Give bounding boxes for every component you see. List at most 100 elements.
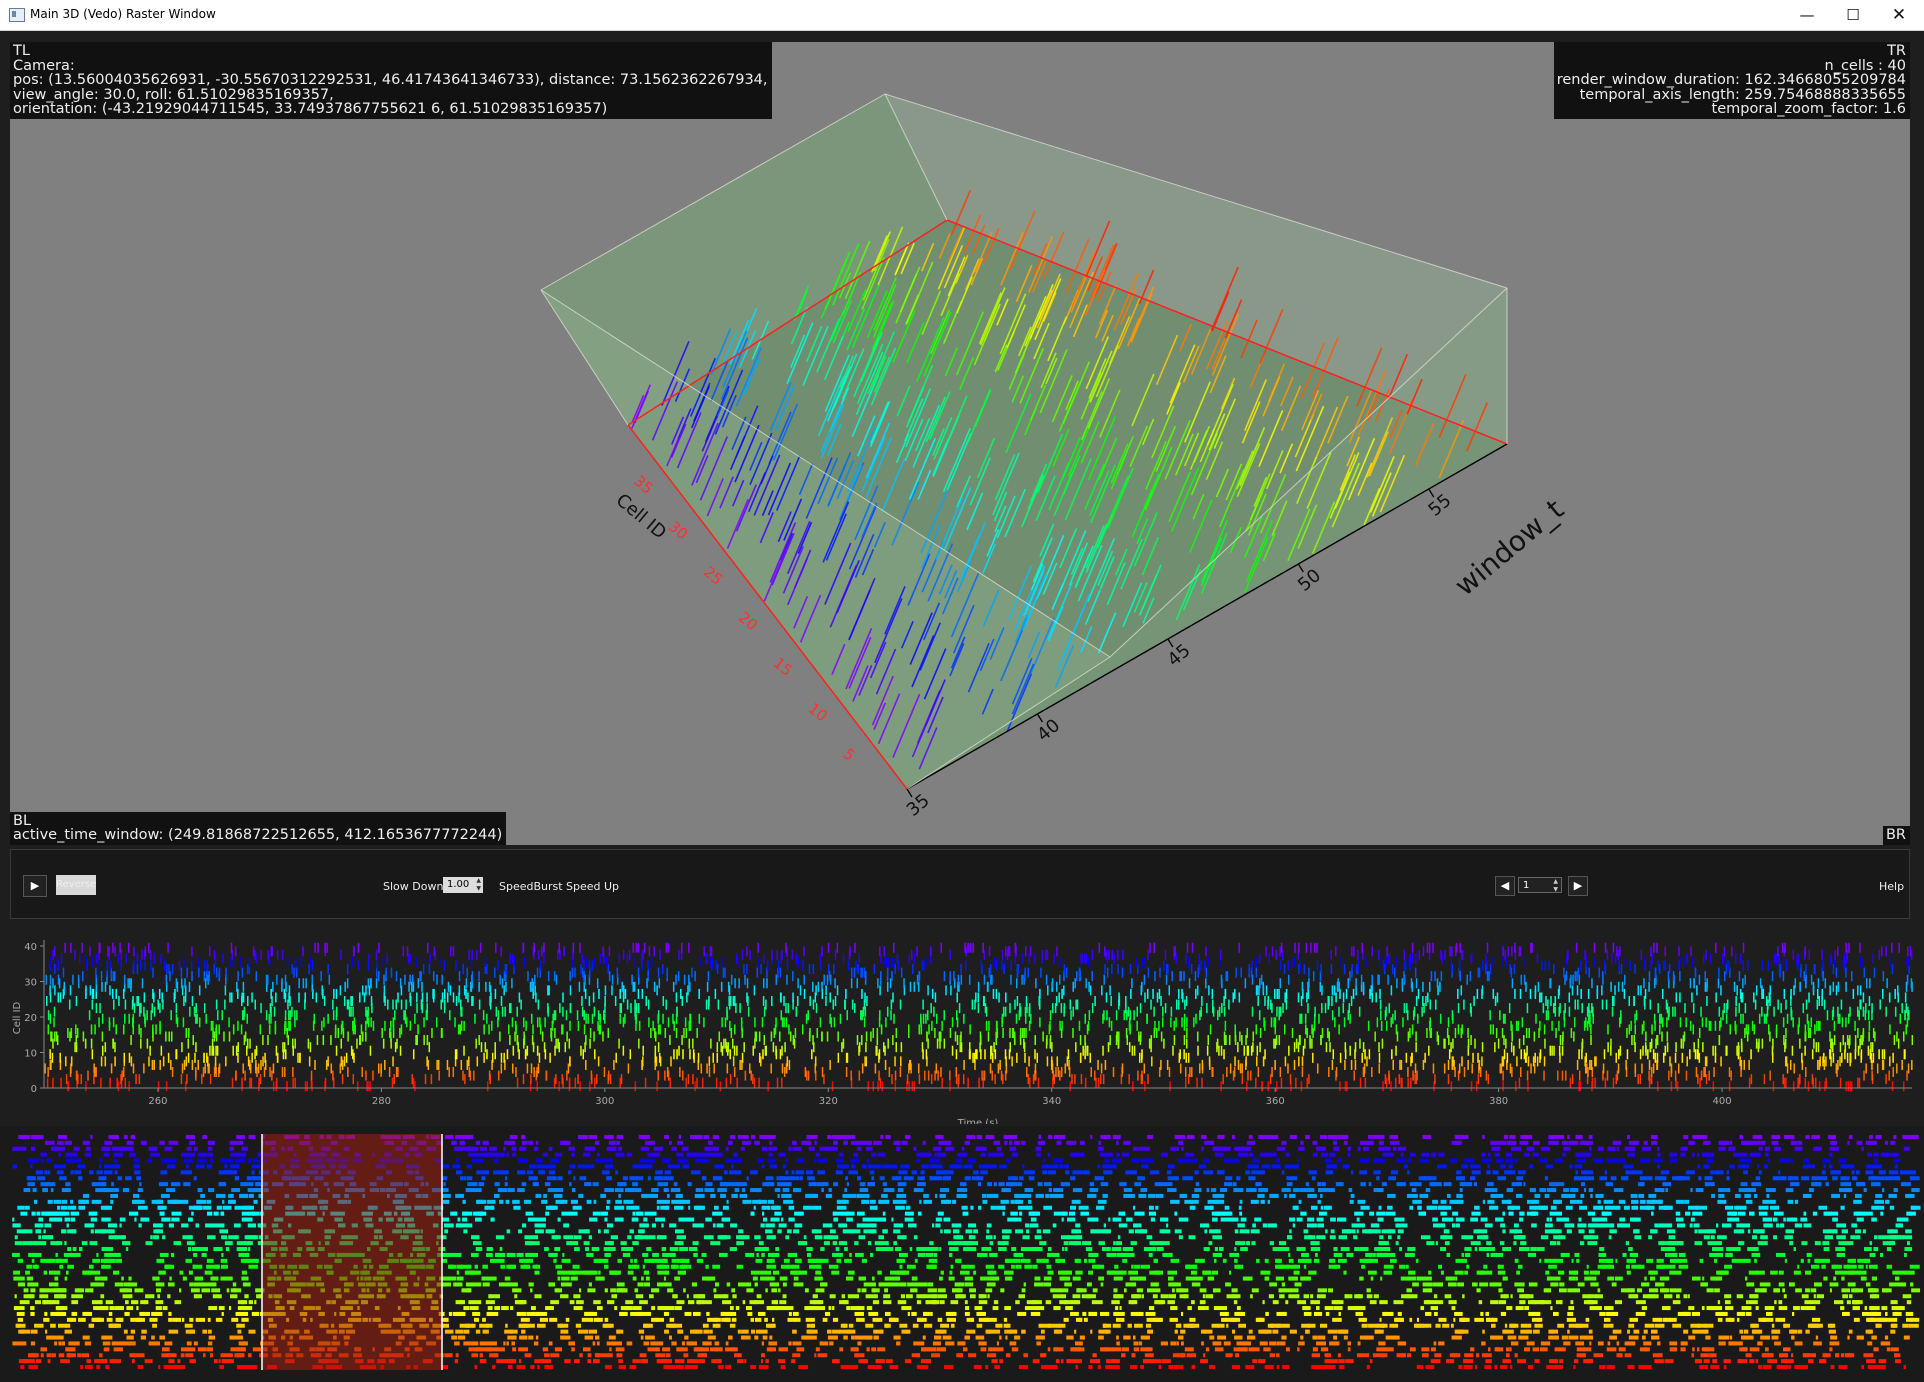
spike-mark <box>281 1067 284 1078</box>
speed-spinbox[interactable]: 1.00 ▲ ▼ <box>443 877 483 893</box>
spike-mark <box>304 992 306 1003</box>
close-icon[interactable]: ✕ <box>1876 0 1922 30</box>
spike-mark <box>1610 981 1612 992</box>
spike-mark <box>1311 1038 1313 1049</box>
spike-mark <box>284 974 287 985</box>
spike-mark <box>708 1067 711 1078</box>
overview-spike <box>564 1359 571 1364</box>
spike-mark <box>724 967 726 978</box>
spin-arrows-icon[interactable]: ▲ ▼ <box>1553 878 1558 894</box>
spike-mark <box>1813 1038 1815 1049</box>
spike-mark <box>955 1049 958 1060</box>
spike-mark <box>1821 949 1823 960</box>
spike-mark <box>960 974 963 985</box>
app-icon <box>9 8 25 22</box>
overview-spike <box>68 1341 74 1346</box>
spike-mark <box>1002 1074 1004 1085</box>
spin-arrows-icon[interactable]: ▲ ▼ <box>476 877 481 893</box>
overview-spike <box>1021 1365 1024 1370</box>
step-forward-button[interactable]: ▶ <box>1568 876 1588 896</box>
step-back-button[interactable]: ◀ <box>1495 876 1515 896</box>
spike-mark <box>1808 992 1810 1003</box>
overview-spike <box>138 1353 145 1358</box>
spike-mark <box>1782 971 1785 982</box>
spike-mark <box>389 1020 392 1031</box>
overview-spike <box>1514 1353 1518 1358</box>
help-button[interactable]: Help <box>1879 880 1904 893</box>
play-button[interactable]: ▶ <box>23 875 47 897</box>
spike-mark <box>91 1049 94 1060</box>
overview-spike <box>1755 1359 1759 1364</box>
spike-mark <box>706 1063 708 1074</box>
spike-mark <box>1491 956 1493 967</box>
spike-mark <box>821 1067 824 1078</box>
window-titlebar[interactable]: Main 3D (Vedo) Raster Window — ☐ ✕ <box>0 0 1924 31</box>
spike-mark <box>215 1045 217 1056</box>
overview-raster[interactable] <box>0 1126 1924 1382</box>
reverse-button[interactable]: Reverse <box>56 875 96 895</box>
frame-step-spinbox[interactable]: 1 ▲ ▼ <box>1518 877 1562 893</box>
spike-mark <box>1467 1059 1469 1070</box>
overview-spike <box>1311 1365 1315 1370</box>
spike-mark <box>1905 1003 1908 1014</box>
spike-mark <box>642 1056 644 1067</box>
spike-mark <box>865 1031 868 1042</box>
spike-mark <box>1896 1031 1898 1042</box>
spike-mark <box>1883 1049 1886 1060</box>
spike-mark <box>75 1024 77 1035</box>
spike-mark <box>1693 1042 1695 1053</box>
overview-spike <box>1378 1341 1386 1346</box>
overview-spike <box>1474 1365 1478 1370</box>
maximize-icon[interactable]: ☐ <box>1830 0 1876 30</box>
overview-spike <box>1338 1359 1345 1364</box>
spike-mark <box>1198 964 1200 975</box>
spike-mark <box>1118 1031 1120 1042</box>
spike-mark <box>1330 964 1333 975</box>
spike-mark <box>1422 996 1424 1007</box>
spike-mark <box>1891 964 1894 975</box>
spike-mark <box>309 1042 312 1053</box>
spike-mark <box>669 1077 671 1088</box>
speed-burst-button[interactable]: SpeedBurst <box>499 880 563 893</box>
spike-mark <box>286 956 289 967</box>
overview-spike <box>761 1353 765 1358</box>
spike-mark <box>115 988 117 999</box>
overview-spike <box>1339 1365 1345 1370</box>
spike-mark <box>1485 1070 1488 1081</box>
overview-spike <box>1248 1347 1254 1352</box>
spike-mark <box>1103 946 1106 957</box>
spike-mark <box>1255 1077 1257 1088</box>
spike-mark <box>1056 981 1058 992</box>
spike-mark <box>1259 1027 1262 1038</box>
spike-mark <box>1656 1035 1658 1046</box>
spike-mark <box>951 1017 954 1028</box>
spike-mark <box>438 1070 440 1081</box>
spike-mark <box>886 981 889 992</box>
overview-spike <box>609 1347 612 1352</box>
raster-3d-scene[interactable]: 5101520253035Cell ID3540455055window_t <box>10 42 1910 845</box>
overview-spike <box>961 1341 965 1346</box>
spike-mark <box>1293 1042 1296 1053</box>
spike-mark <box>775 1017 777 1028</box>
overview-spike <box>676 1365 684 1370</box>
spike-mark <box>383 985 386 996</box>
overview-spike <box>1844 1353 1852 1358</box>
spike-mark <box>133 946 135 957</box>
spike-mark <box>1097 1059 1099 1070</box>
spike-mark <box>1478 1059 1481 1070</box>
raster-plot-2d[interactable]: 010203040260 280 300 320 340 360 380 400Cell ID… <box>0 928 1924 1124</box>
spike-mark <box>1539 1020 1541 1031</box>
spike-mark <box>807 1010 809 1021</box>
spike-mark <box>409 953 411 964</box>
overview-spike <box>692 1365 698 1370</box>
speed-up-button[interactable]: Speed Up <box>566 880 619 893</box>
vedo-3d-viewport[interactable]: 5 10 15 20 25 30 35 Cell ID 35 40 45 50 55 window_t T… <box>10 42 1910 845</box>
slow-down-button[interactable]: Slow Down <box>383 880 443 893</box>
spike-mark <box>1782 1074 1784 1085</box>
spike-mark <box>577 1020 580 1031</box>
spike-mark <box>1173 1035 1176 1046</box>
spike-mark <box>1418 949 1420 960</box>
spike-mark <box>1845 981 1847 992</box>
overview-spike <box>1205 1347 1210 1352</box>
minimize-icon[interactable]: — <box>1784 0 1830 30</box>
